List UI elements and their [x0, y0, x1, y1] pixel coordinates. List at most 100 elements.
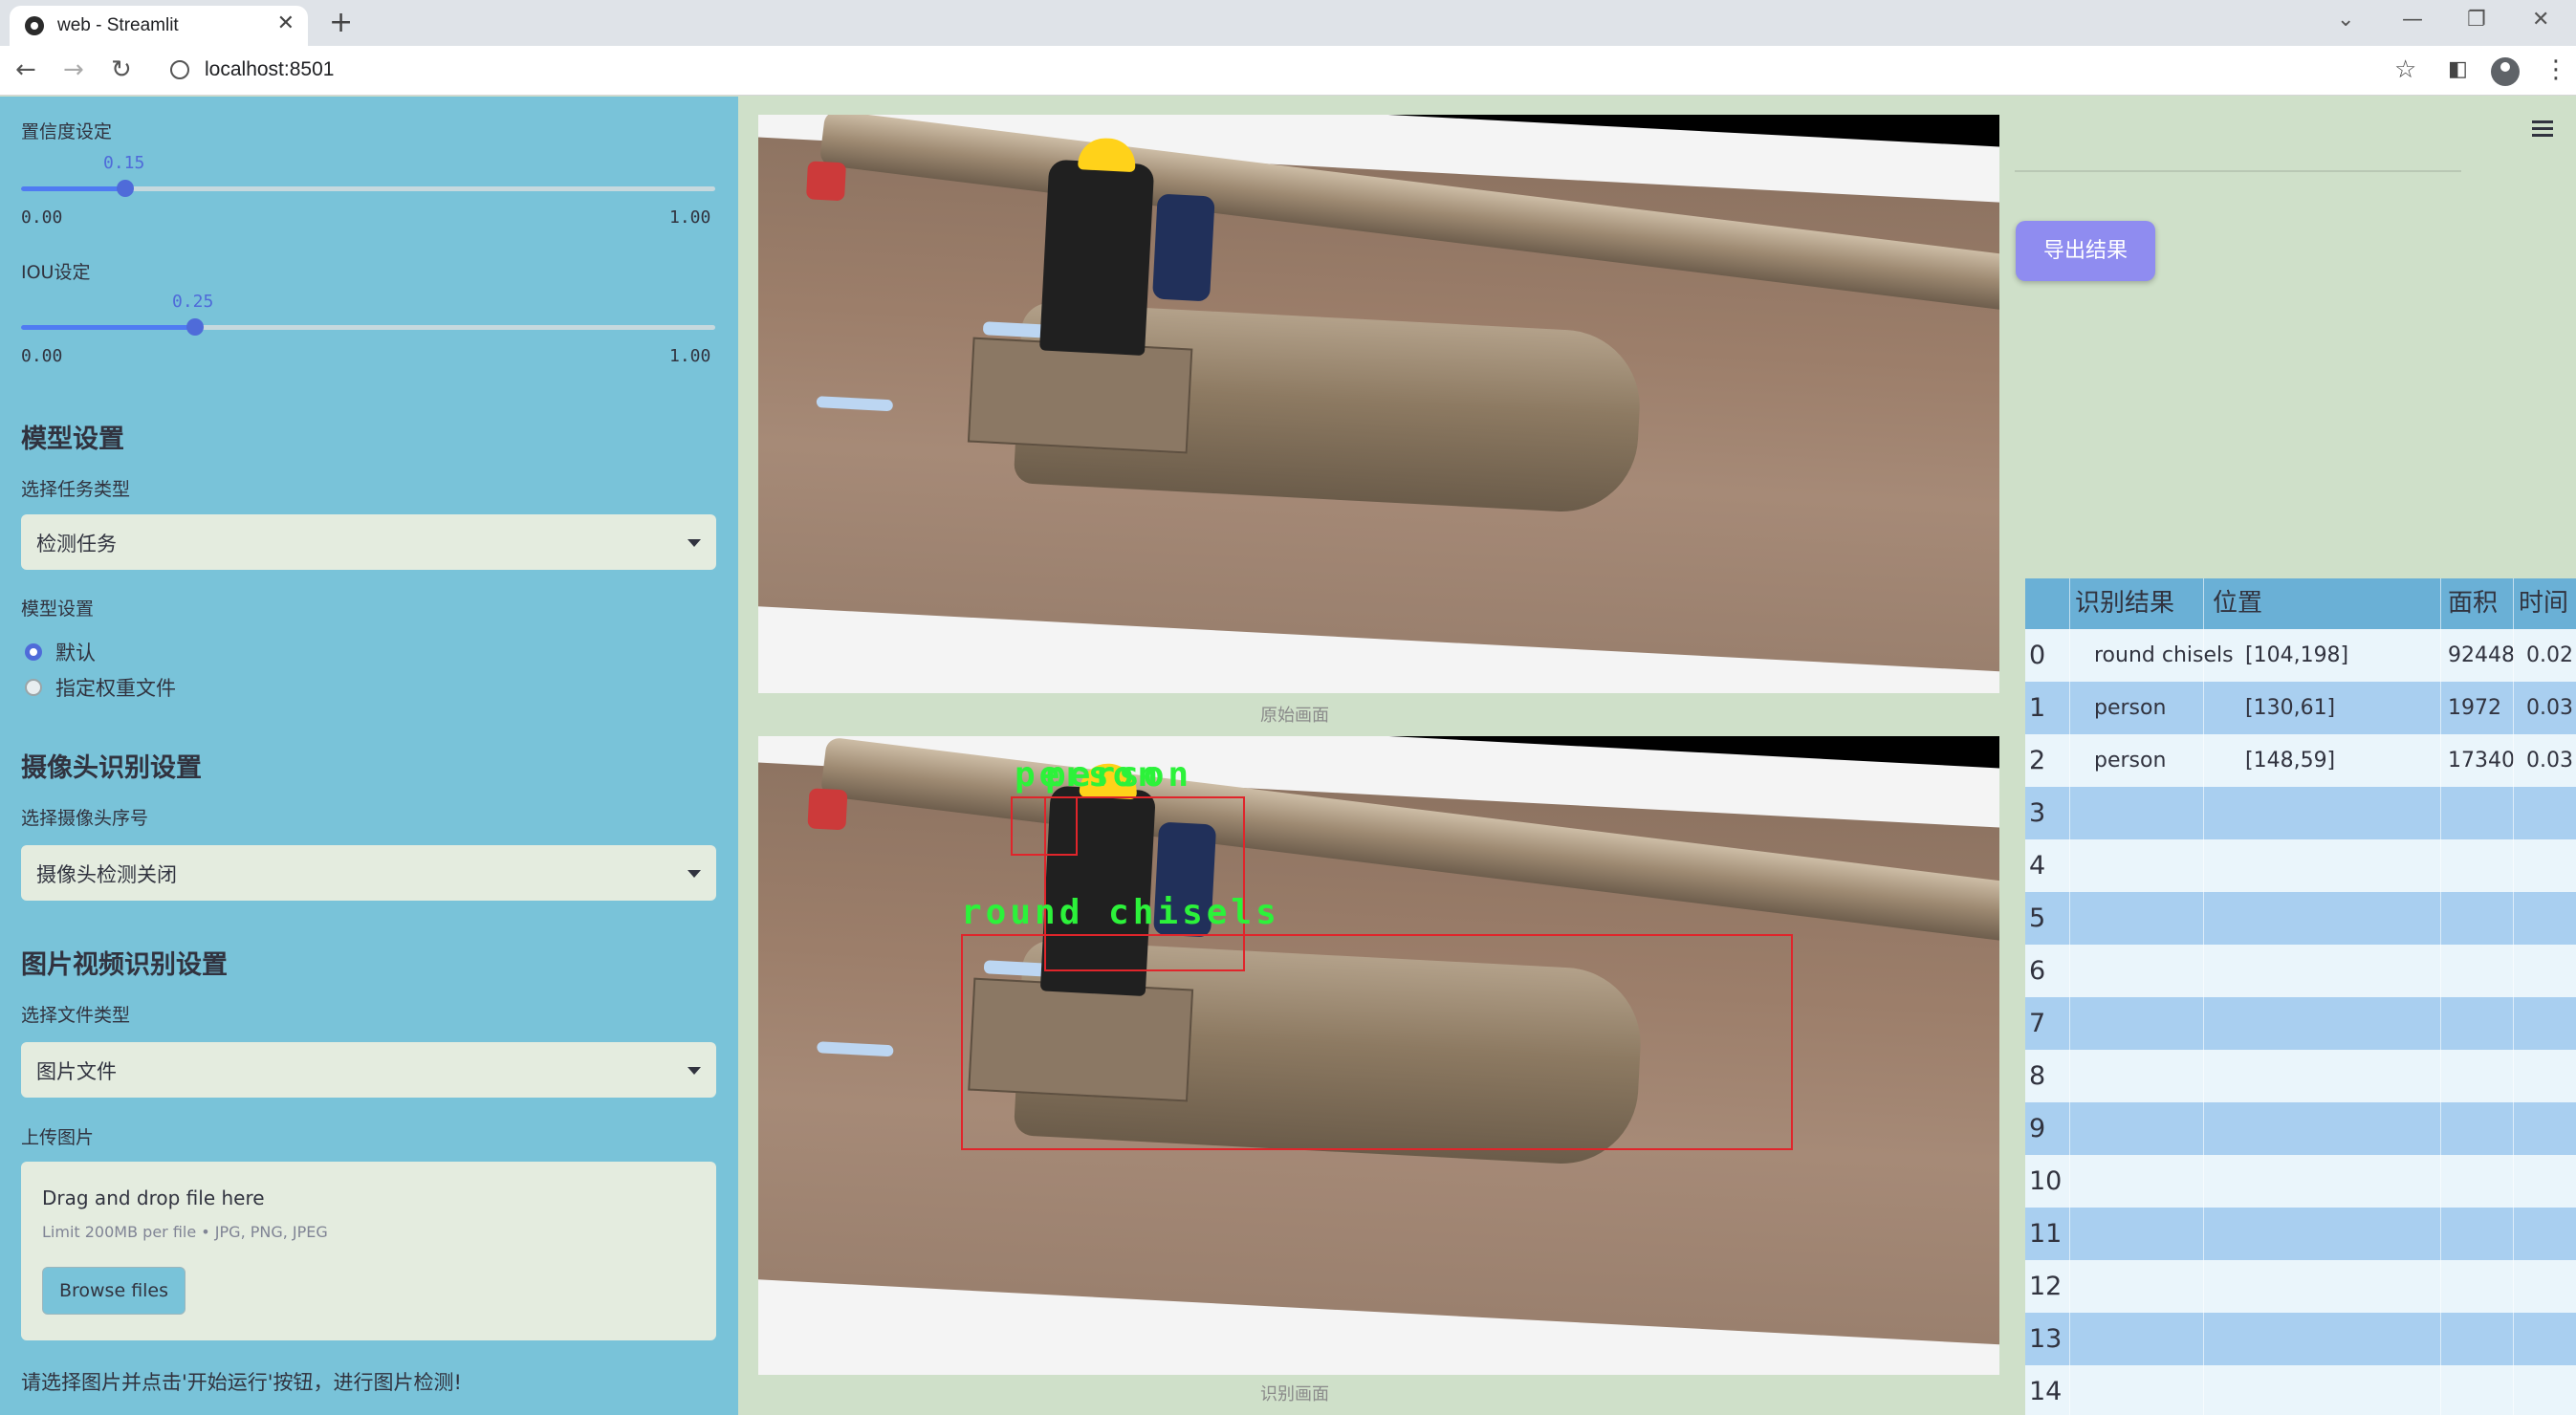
upload-label: 上传图片	[21, 1127, 95, 1148]
cell-area	[2448, 1313, 2515, 1365]
side-panel-icon[interactable]: ◧	[2448, 57, 2468, 81]
cell-idx: 7	[2029, 1009, 2046, 1038]
cell-result	[2094, 839, 2266, 892]
cell-result	[2094, 1208, 2266, 1260]
detection-box-round-chisels	[961, 934, 1793, 1150]
chevron-down-icon	[688, 1067, 701, 1075]
table-row[interactable]: 13	[2025, 1313, 2576, 1365]
cell-result	[2094, 945, 2266, 997]
iou-max: 1.00	[669, 346, 711, 366]
cell-position	[2245, 787, 2389, 839]
tab-close-icon[interactable]: ✕	[277, 11, 295, 35]
iou-min: 0.00	[21, 346, 63, 366]
site-info-icon[interactable]	[170, 60, 189, 79]
table-row[interactable]: 9	[2025, 1102, 2576, 1155]
header-result[interactable]: 识别结果	[2075, 578, 2209, 629]
confidence-min: 0.00	[21, 207, 63, 228]
task-type-select[interactable]: 检测任务	[21, 514, 716, 570]
cell-position	[2245, 1050, 2389, 1102]
cell-time	[2526, 1050, 2576, 1102]
confidence-slider[interactable]	[21, 180, 715, 197]
window-close-icon[interactable]: ✕	[2532, 8, 2549, 32]
camera-index-select[interactable]: 摄像头检测关闭	[21, 845, 716, 901]
file-type-value: 图片文件	[36, 1060, 117, 1083]
cell-time	[2526, 1155, 2576, 1208]
file-type-select[interactable]: 图片文件	[21, 1042, 716, 1098]
table-row[interactable]: 11	[2025, 1208, 2576, 1260]
app-menu-icon[interactable]	[2532, 120, 2553, 141]
browse-files-button[interactable]: Browse files	[42, 1267, 186, 1315]
reload-icon[interactable]: ↻	[111, 55, 132, 84]
cell-area	[2448, 945, 2515, 997]
cell-idx: 4	[2029, 851, 2046, 881]
cell-position	[2245, 892, 2389, 945]
cell-area: 92448	[2448, 643, 2515, 667]
file-uploader-dropzone[interactable]: Drag and drop file here Limit 200MB per …	[21, 1162, 716, 1340]
table-row[interactable]: 10	[2025, 1155, 2576, 1208]
chevron-down-icon	[688, 539, 701, 547]
table-row[interactable]: 5	[2025, 892, 2576, 945]
camera-index-label: 选择摄像头序号	[21, 808, 149, 829]
table-row[interactable]: 7	[2025, 997, 2576, 1050]
confidence-label: 置信度设定	[21, 121, 113, 142]
radio-default[interactable]	[25, 643, 42, 661]
table-row[interactable]: 4	[2025, 839, 2576, 892]
table-row[interactable]: 2 person [148,59] 17340 0.03	[2025, 734, 2576, 787]
radio-custom-weights-label[interactable]: 指定权重文件	[55, 673, 176, 702]
iou-slider[interactable]	[21, 318, 715, 336]
cell-idx: 12	[2029, 1272, 2063, 1301]
cell-result	[2094, 997, 2266, 1050]
file-type-label: 选择文件类型	[21, 1005, 131, 1026]
new-tab-icon[interactable]: +	[329, 6, 353, 40]
cell-time	[2526, 1208, 2576, 1260]
back-icon[interactable]: ←	[15, 55, 36, 84]
limit-text: Limit 200MB per file • JPG, PNG, JPEG	[42, 1223, 328, 1241]
radio-custom-weights[interactable]	[25, 679, 42, 696]
profile-avatar-icon[interactable]	[2491, 57, 2520, 86]
cell-position: [148,59]	[2245, 749, 2336, 773]
header-time[interactable]: 时间	[2519, 578, 2576, 629]
table-row[interactable]: 14	[2025, 1365, 2576, 1415]
table-row[interactable]: 1 person [130,61] 1972 0.03	[2025, 682, 2576, 734]
cell-area	[2448, 1260, 2515, 1313]
table-row[interactable]: 3	[2025, 787, 2576, 839]
browser-menu-icon[interactable]: ⋮	[2543, 55, 2568, 84]
address-bar[interactable]: localhost:8501	[205, 58, 334, 81]
header-position[interactable]: 位置	[2213, 578, 2404, 629]
column-divider	[2513, 578, 2514, 1415]
forward-icon[interactable]: →	[63, 55, 84, 84]
radio-default-label[interactable]: 默认	[55, 638, 96, 666]
results-table[interactable]: 识别结果 位置 面积 时间 0 round chisels [104,198] 924…	[2025, 578, 2576, 1415]
tab-search-icon[interactable]: ⌄	[2337, 8, 2354, 32]
table-row[interactable]: 6	[2025, 945, 2576, 997]
cell-idx: 6	[2029, 956, 2046, 986]
browser-tab[interactable]: web - Streamlit ✕	[10, 6, 308, 46]
divider	[2015, 170, 2461, 172]
table-row[interactable]: 12	[2025, 1260, 2576, 1313]
task-type-value: 检测任务	[36, 533, 117, 555]
column-divider	[2440, 578, 2441, 1415]
cell-time: 0.03	[2526, 749, 2573, 773]
cell-time	[2526, 839, 2576, 892]
cell-idx: 9	[2029, 1114, 2046, 1143]
table-row[interactable]: 0 round chisels [104,198] 92448 0.02	[2025, 629, 2576, 682]
cell-time: 0.02	[2526, 643, 2573, 667]
cell-time	[2526, 997, 2576, 1050]
minimize-icon[interactable]: —	[2402, 8, 2423, 32]
cell-time	[2526, 945, 2576, 997]
cell-result	[2094, 787, 2266, 839]
header-area[interactable]: 面积	[2448, 578, 2521, 629]
cell-idx: 3	[2029, 798, 2046, 828]
bookmark-star-icon[interactable]: ☆	[2394, 55, 2416, 84]
browser-toolbar: ← → ↻ localhost:8501 ☆ ◧ ⋮	[0, 46, 2576, 96]
cell-area	[2448, 1155, 2515, 1208]
iou-slider-thumb[interactable]	[186, 318, 204, 336]
confidence-slider-thumb[interactable]	[116, 180, 134, 197]
export-results-button[interactable]: 导出结果	[2016, 221, 2155, 281]
iou-label: IOU设定	[21, 262, 91, 283]
restore-icon[interactable]: ❐	[2467, 8, 2486, 32]
cell-position	[2245, 997, 2389, 1050]
table-row[interactable]: 8	[2025, 1050, 2576, 1102]
cell-result	[2094, 1050, 2266, 1102]
detection-label: round chisels	[961, 893, 1280, 932]
